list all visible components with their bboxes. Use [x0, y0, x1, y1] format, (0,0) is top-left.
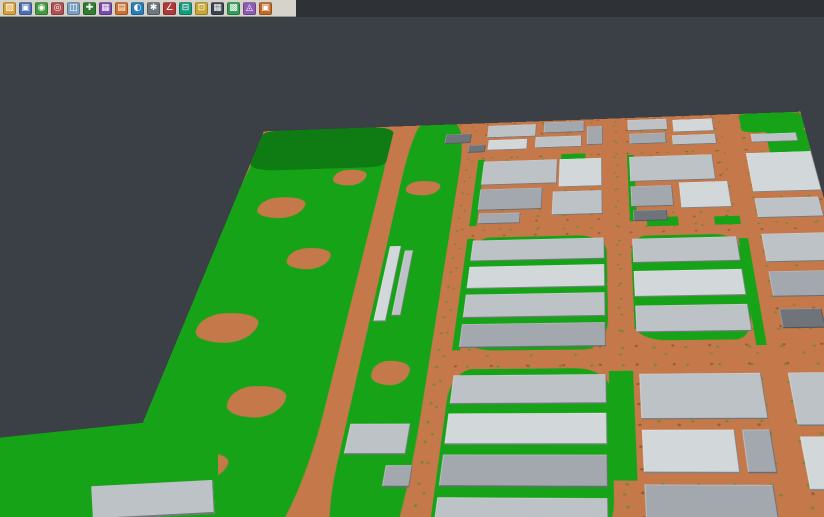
building-roof — [639, 373, 768, 420]
measure-icon[interactable]: ∠ — [163, 2, 176, 15]
building-roof — [478, 188, 543, 211]
building-roof — [433, 497, 609, 517]
screenshot-icon[interactable]: ▣ — [259, 2, 272, 15]
building-roof — [587, 126, 603, 145]
building-roof — [742, 429, 777, 473]
building-roof — [468, 145, 486, 153]
building-roof — [535, 135, 582, 148]
building-roof — [382, 465, 413, 487]
camera-view-icon[interactable]: ◬ — [243, 2, 256, 15]
building-roof — [635, 304, 752, 333]
vegetation-patch — [714, 216, 741, 225]
building-roof — [633, 210, 668, 222]
building-roof — [470, 238, 604, 262]
building-roof — [344, 424, 411, 455]
toolbar: ▨▣◉◎◫✚▦▤◐✱∠⊟⊡▦▩◬▣ — [0, 0, 824, 17]
building-roof — [642, 430, 740, 474]
building-roof — [672, 134, 717, 145]
open-project-icon[interactable]: ▨ — [3, 2, 16, 15]
building-roof — [478, 213, 521, 225]
dense-vegetation-patch — [247, 127, 395, 172]
building-roof — [444, 413, 607, 445]
building-roof — [779, 308, 824, 328]
globe-icon[interactable]: ◐ — [131, 2, 144, 15]
building-roof — [463, 292, 606, 318]
building-roof — [627, 119, 668, 131]
building-roof — [467, 264, 605, 289]
building-roof — [644, 484, 781, 517]
classify-icon[interactable]: ▦ — [99, 2, 112, 15]
building-roof — [91, 480, 215, 517]
palette-icon[interactable]: ▤ — [115, 2, 128, 15]
building-roof — [544, 121, 585, 133]
building-roof — [768, 270, 824, 297]
crop-icon[interactable]: ⊟ — [179, 2, 192, 15]
settings-icon[interactable]: ✱ — [147, 2, 160, 15]
building-roof — [487, 124, 537, 138]
save-icon[interactable]: ▣ — [19, 2, 32, 15]
building-roof — [629, 154, 716, 182]
building-roof — [788, 372, 824, 426]
render-icon[interactable]: ▩ — [227, 2, 240, 15]
building-roof — [481, 159, 558, 185]
building-roof — [552, 190, 603, 215]
building-roof — [800, 436, 824, 491]
grid-icon[interactable]: ▦ — [211, 2, 224, 15]
building-roof — [632, 236, 741, 263]
building-roof — [751, 133, 799, 143]
building-roof — [754, 197, 824, 218]
3d-viewport[interactable] — [0, 17, 824, 517]
building-roof — [459, 322, 606, 348]
building-roof — [746, 151, 822, 192]
building-roof — [629, 133, 666, 145]
building-roof — [559, 158, 603, 187]
export-cloud-icon[interactable]: ◎ — [51, 2, 64, 15]
merge-icon[interactable]: ✚ — [83, 2, 96, 15]
building-roof — [672, 118, 714, 132]
building-roof — [761, 232, 824, 262]
building-roof — [634, 269, 747, 297]
building-roof — [439, 455, 608, 488]
building-roof — [450, 374, 607, 404]
clone-icon[interactable]: ◫ — [67, 2, 80, 15]
building-roof — [679, 181, 732, 208]
building-roof — [487, 139, 527, 151]
toolbar-icon-tray: ▨▣◉◎◫✚▦▤◐✱∠⊟⊡▦▩◬▣ — [0, 0, 296, 17]
import-cloud-icon[interactable]: ◉ — [35, 2, 48, 15]
building-roof — [445, 134, 472, 144]
building-roof — [631, 185, 674, 207]
zoom-fit-icon[interactable]: ⊡ — [195, 2, 208, 15]
